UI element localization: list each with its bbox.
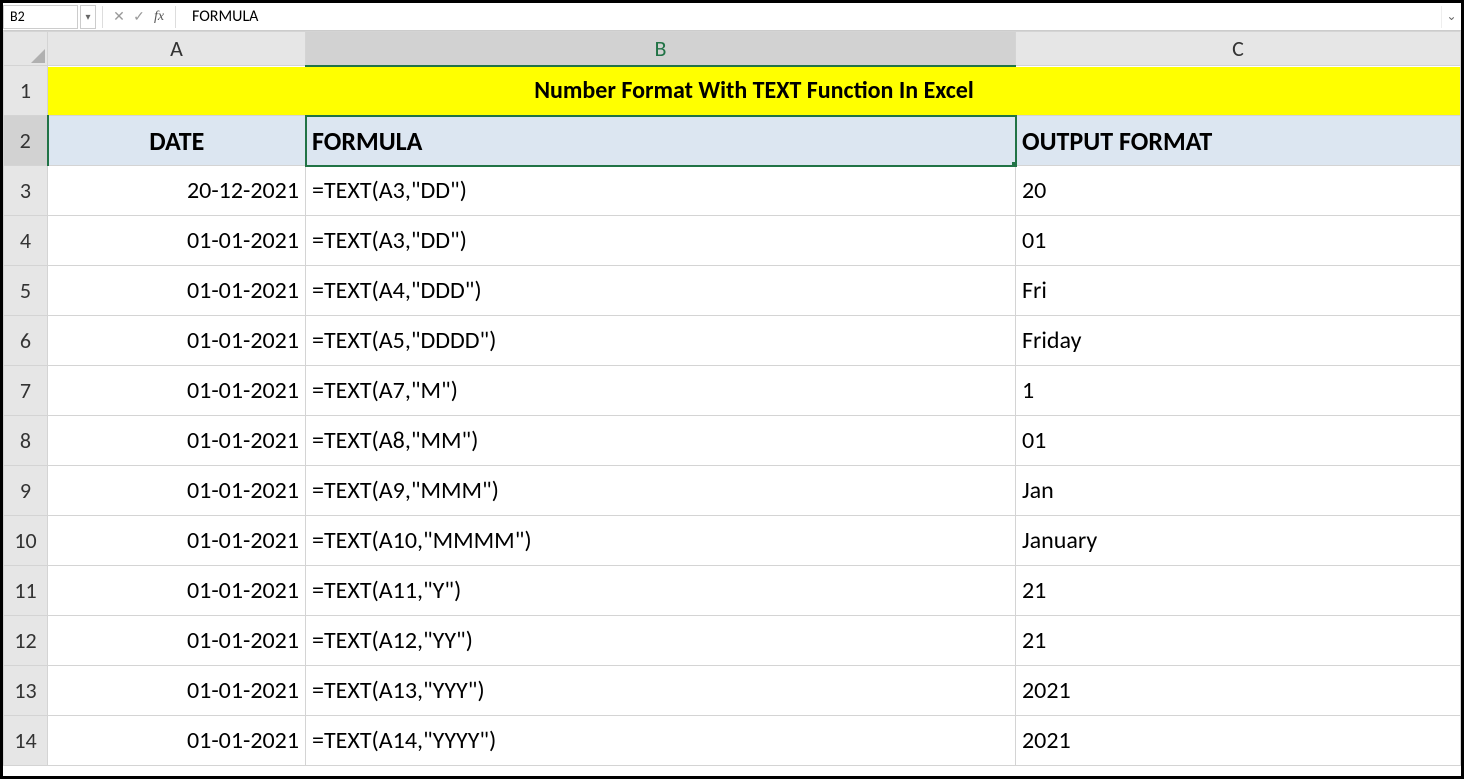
title-cell[interactable]: Number Format With TEXT Function In Exce… [48, 66, 1461, 116]
table-row: 11 01-01-2021 =TEXT(A11,"Y") 21 [4, 566, 1461, 616]
table-row: 5 01-01-2021 =TEXT(A4,"DDD") Fri [4, 266, 1461, 316]
cell-B[interactable]: =TEXT(A4,"DDD") [306, 266, 1016, 316]
row-header[interactable]: 2 [4, 116, 48, 166]
row-header[interactable]: 13 [4, 666, 48, 716]
cell-A[interactable]: 01-01-2021 [48, 566, 306, 616]
cell-B[interactable]: =TEXT(A5,"DDDD") [306, 316, 1016, 366]
name-box-dropdown[interactable]: ▾ [80, 5, 96, 29]
cell-C[interactable]: Friday [1016, 316, 1461, 366]
fx-icon[interactable]: fx [149, 6, 169, 28]
cancel-icon: ✕ [109, 6, 129, 28]
table-row: 12 01-01-2021 =TEXT(A12,"YY") 21 [4, 616, 1461, 666]
separator [175, 6, 176, 28]
cell-A[interactable]: 01-01-2021 [48, 666, 306, 716]
formula-bar-content[interactable]: FORMULA [182, 7, 1441, 26]
cell-A[interactable]: 01-01-2021 [48, 266, 306, 316]
cell-B[interactable]: =TEXT(A11,"Y") [306, 566, 1016, 616]
cell-B[interactable]: =TEXT(A14,"YYYY") [306, 716, 1016, 766]
row-header[interactable]: 14 [4, 716, 48, 766]
chevron-down-icon: ▾ [85, 10, 90, 23]
cell-B[interactable]: =TEXT(A13,"YYY") [306, 666, 1016, 716]
table-row: 9 01-01-2021 =TEXT(A9,"MMM") Jan [4, 466, 1461, 516]
row-1: 1 Number Format With TEXT Function In Ex… [4, 66, 1461, 116]
row-header[interactable]: 8 [4, 416, 48, 466]
row-header[interactable]: 1 [4, 66, 48, 116]
col-header-B[interactable]: B [306, 32, 1016, 66]
cell-A[interactable]: 01-01-2021 [48, 366, 306, 416]
row-header[interactable]: 12 [4, 616, 48, 666]
separator [102, 6, 103, 28]
cell-B[interactable]: =TEXT(A3,"DD") [306, 166, 1016, 216]
cell-A[interactable]: 20-12-2021 [48, 166, 306, 216]
cell-B[interactable]: =TEXT(A3,"DD") [306, 216, 1016, 266]
cell-A[interactable]: 01-01-2021 [48, 716, 306, 766]
cell-B[interactable]: =TEXT(A7,"M") [306, 366, 1016, 416]
table-row: 14 01-01-2021 =TEXT(A14,"YYYY") 2021 [4, 716, 1461, 766]
cell-C2[interactable]: OUTPUT FORMAT [1016, 116, 1461, 166]
cell-C[interactable]: Fri [1016, 266, 1461, 316]
row-header[interactable]: 3 [4, 166, 48, 216]
table-row: 3 20-12-2021 =TEXT(A3,"DD") 20 [4, 166, 1461, 216]
name-box-value: B2 [10, 8, 25, 25]
table-row: 8 01-01-2021 =TEXT(A8,"MM") 01 [4, 416, 1461, 466]
cell-C[interactable]: January [1016, 516, 1461, 566]
formula-bar: B2 ▾ ✕ ✓ fx FORMULA ⌄ [3, 3, 1461, 31]
cell-A[interactable]: 01-01-2021 [48, 616, 306, 666]
cell-B2[interactable]: FORMULA [306, 116, 1016, 166]
spreadsheet-grid: A B C 1 Number Format With TEXT Function… [3, 31, 1461, 766]
row-header[interactable]: 11 [4, 566, 48, 616]
cell-B[interactable]: =TEXT(A10,"MMMM") [306, 516, 1016, 566]
cell-C[interactable]: 21 [1016, 566, 1461, 616]
cell-C[interactable]: 01 [1016, 416, 1461, 466]
cell-A[interactable]: 01-01-2021 [48, 466, 306, 516]
cell-A[interactable]: 01-01-2021 [48, 316, 306, 366]
table-row: 13 01-01-2021 =TEXT(A13,"YYY") 2021 [4, 666, 1461, 716]
row-2: 2 DATE FORMULA OUTPUT FORMAT [4, 116, 1461, 166]
cell-C[interactable]: 20 [1016, 166, 1461, 216]
cell-C[interactable]: 2021 [1016, 716, 1461, 766]
table-row: 7 01-01-2021 =TEXT(A7,"M") 1 [4, 366, 1461, 416]
table-row: 10 01-01-2021 =TEXT(A10,"MMMM") January [4, 516, 1461, 566]
cell-A[interactable]: 01-01-2021 [48, 216, 306, 266]
enter-icon: ✓ [129, 6, 149, 28]
cell-C[interactable]: 2021 [1016, 666, 1461, 716]
expand-formula-bar-icon[interactable]: ⌄ [1441, 6, 1461, 28]
row-header[interactable]: 6 [4, 316, 48, 366]
cell-A[interactable]: 01-01-2021 [48, 416, 306, 466]
select-all-corner[interactable] [4, 32, 48, 66]
row-header[interactable]: 10 [4, 516, 48, 566]
cell-A2[interactable]: DATE [48, 116, 306, 166]
cell-B[interactable]: =TEXT(A12,"YY") [306, 616, 1016, 666]
cell-C[interactable]: Jan [1016, 466, 1461, 516]
col-header-C[interactable]: C [1016, 32, 1461, 66]
table-row: 6 01-01-2021 =TEXT(A5,"DDDD") Friday [4, 316, 1461, 366]
row-header[interactable]: 5 [4, 266, 48, 316]
row-header[interactable]: 7 [4, 366, 48, 416]
cell-B[interactable]: =TEXT(A8,"MM") [306, 416, 1016, 466]
row-header[interactable]: 9 [4, 466, 48, 516]
row-header[interactable]: 4 [4, 216, 48, 266]
cell-C[interactable]: 1 [1016, 366, 1461, 416]
cell-B[interactable]: =TEXT(A9,"MMM") [306, 466, 1016, 516]
name-box[interactable]: B2 [3, 5, 78, 29]
cell-C[interactable]: 21 [1016, 616, 1461, 666]
table-row: 4 01-01-2021 =TEXT(A3,"DD") 01 [4, 216, 1461, 266]
cell-A[interactable]: 01-01-2021 [48, 516, 306, 566]
cell-C[interactable]: 01 [1016, 216, 1461, 266]
col-header-A[interactable]: A [48, 32, 306, 66]
